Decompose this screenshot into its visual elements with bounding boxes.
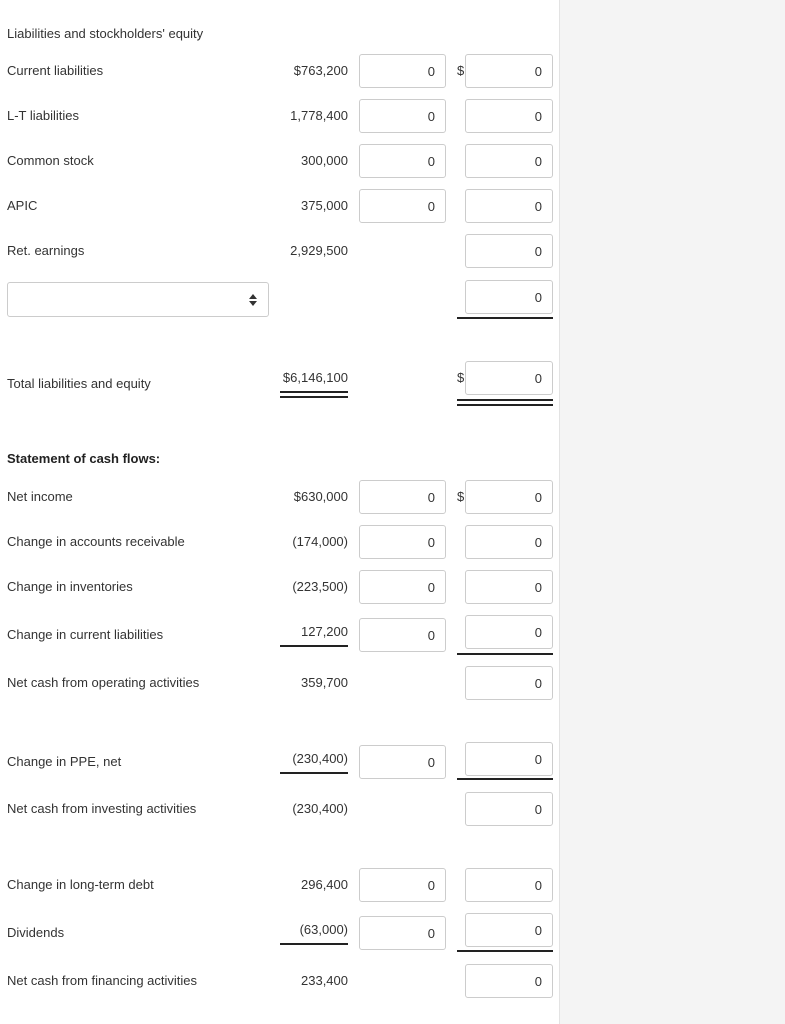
input-lt-liabilities-col2[interactable] — [465, 99, 553, 133]
row-label-total-liabilities-equity: Total liabilities and equity — [7, 376, 151, 391]
worksheet-panel: Liabilities and stockholders' equity Cur… — [0, 0, 560, 1024]
row-label-common-stock: Common stock — [7, 153, 94, 168]
input-net-cash-financing-col2[interactable] — [465, 964, 553, 998]
row-amount-current-liabilities: $763,200 — [293, 63, 348, 78]
underline-change-ppe-amount — [280, 772, 348, 774]
row-label-change-current-liabilities: Change in current liabilities — [7, 627, 164, 642]
input-total-liabilities-equity-col2[interactable] — [465, 361, 553, 395]
input-select-row-col2[interactable] — [465, 280, 553, 314]
input-common-stock-col2[interactable] — [465, 144, 553, 178]
row-amount-change-ar: (174,000) — [292, 534, 348, 549]
input-change-ppe-col1[interactable] — [359, 745, 446, 779]
underline-change-ppe-input — [457, 778, 553, 780]
underline-change-current-liabilities-amount — [280, 645, 348, 647]
row-amount-net-cash-financing: 233,400 — [301, 973, 348, 988]
row-label-dividends: Dividends — [7, 925, 65, 940]
input-net-income-col2[interactable] — [465, 480, 553, 514]
row-amount-lt-liabilities: 1,778,400 — [290, 108, 348, 123]
row-amount-change-ppe: (230,400) — [292, 751, 348, 766]
input-change-lt-debt-col1[interactable] — [359, 868, 446, 902]
input-common-stock-col1[interactable] — [359, 144, 446, 178]
row-amount-net-cash-investing: (230,400) — [292, 801, 348, 816]
input-change-ppe-col2[interactable] — [465, 742, 553, 776]
row-amount-change-lt-debt: 296,400 — [301, 877, 348, 892]
row-label-apic: APIC — [7, 198, 38, 213]
dollar-sign: $ — [457, 63, 465, 78]
section-title-cash-flows: Statement of cash flows: — [7, 451, 161, 466]
row-amount-net-cash-operating: 359,700 — [301, 675, 348, 690]
double-underline-total-input — [457, 399, 553, 406]
row-amount-change-current-liabilities: 127,200 — [301, 624, 348, 639]
row-amount-retained-earnings: 2,929,500 — [290, 243, 348, 258]
row-label-change-ar: Change in accounts receivable — [7, 534, 185, 549]
row-amount-total-liabilities-equity: $6,146,100 — [282, 370, 348, 385]
input-change-current-liabilities-col1[interactable] — [359, 618, 446, 652]
underline-before-total — [457, 317, 553, 319]
underline-dividends-amount — [280, 943, 348, 945]
row-label-lt-liabilities: L-T liabilities — [7, 108, 80, 123]
input-net-cash-operating-col2[interactable] — [465, 666, 553, 700]
input-apic-col2[interactable] — [465, 189, 553, 223]
input-net-income-col1[interactable] — [359, 480, 446, 514]
row-label-retained-earnings: Ret. earnings — [7, 243, 85, 258]
select-chevron-icon — [249, 294, 257, 306]
input-change-ar-col1[interactable] — [359, 525, 446, 559]
account-select[interactable] — [7, 282, 269, 317]
row-label-net-income: Net income — [7, 489, 73, 504]
dollar-sign: $ — [457, 489, 465, 504]
input-change-current-liabilities-col2[interactable] — [465, 615, 553, 649]
section-title-liabilities-equity: Liabilities and stockholders' equity — [7, 26, 204, 41]
dollar-sign: $ — [457, 370, 465, 385]
input-change-inventories-col1[interactable] — [359, 570, 446, 604]
row-label-net-cash-investing: Net cash from investing activities — [7, 801, 197, 816]
input-lt-liabilities-col1[interactable] — [359, 99, 446, 133]
row-amount-common-stock: 300,000 — [301, 153, 348, 168]
row-label-change-inventories: Change in inventories — [7, 579, 133, 594]
input-change-ar-col2[interactable] — [465, 525, 553, 559]
input-apic-col1[interactable] — [359, 189, 446, 223]
input-current-liabilities-col1[interactable] — [359, 54, 446, 88]
underline-dividends-input — [457, 950, 553, 952]
row-amount-apic: 375,000 — [301, 198, 348, 213]
input-current-liabilities-col2[interactable] — [465, 54, 553, 88]
row-label-change-ppe: Change in PPE, net — [7, 754, 122, 769]
underline-change-current-liabilities-input — [457, 653, 553, 655]
row-label-net-cash-operating: Net cash from operating activities — [7, 675, 200, 690]
row-amount-change-inventories: (223,500) — [292, 579, 348, 594]
double-underline-total-amount — [280, 391, 348, 398]
input-retained-earnings-col2[interactable] — [465, 234, 553, 268]
input-dividends-col1[interactable] — [359, 916, 446, 950]
row-amount-net-income: $630,000 — [293, 489, 348, 504]
right-gutter — [560, 0, 785, 1024]
input-change-lt-debt-col2[interactable] — [465, 868, 553, 902]
row-label-current-liabilities: Current liabilities — [7, 63, 104, 78]
row-label-net-cash-financing: Net cash from financing activities — [7, 973, 198, 988]
row-amount-dividends: (63,000) — [299, 922, 348, 937]
input-net-cash-investing-col2[interactable] — [465, 792, 553, 826]
input-dividends-col2[interactable] — [465, 913, 553, 947]
input-change-inventories-col2[interactable] — [465, 570, 553, 604]
row-label-change-lt-debt: Change in long-term debt — [7, 877, 154, 892]
